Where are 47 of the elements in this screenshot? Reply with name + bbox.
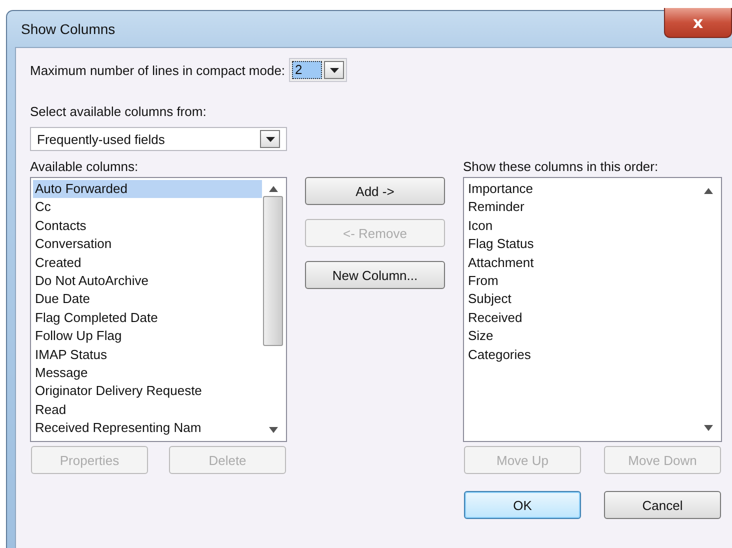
list-item[interactable]: Received bbox=[466, 308, 697, 328]
dialog-button[interactable]: Add -> bbox=[305, 177, 445, 205]
list-item[interactable]: Attachment bbox=[466, 254, 697, 272]
close-button[interactable]: x bbox=[664, 8, 732, 38]
list-item[interactable]: Reminder bbox=[466, 198, 697, 217]
fields-dropdown[interactable]: Frequently-used fields bbox=[30, 127, 287, 151]
list-item[interactable]: Due Date bbox=[33, 290, 262, 309]
list-item[interactable]: IMAP Status bbox=[33, 346, 262, 364]
field-label: Select available columns from: bbox=[30, 104, 208, 119]
list-item[interactable]: Received Representing Nam bbox=[33, 419, 262, 438]
list-item[interactable]: Flag Completed Date bbox=[33, 308, 262, 328]
dropdown-button[interactable] bbox=[324, 61, 344, 79]
list-item[interactable]: Categories bbox=[466, 346, 697, 364]
list-item[interactable]: Originator Delivery Requeste bbox=[33, 382, 262, 401]
list-label: Show these columns in this order: bbox=[463, 159, 660, 174]
scroll-down-arrow-icon[interactable] bbox=[704, 425, 712, 431]
scroll-up-arrow-icon[interactable] bbox=[268, 186, 278, 192]
dialog-button[interactable]: OK bbox=[464, 491, 581, 519]
caret-icon bbox=[266, 136, 274, 142]
list-item[interactable]: Subject bbox=[466, 290, 697, 309]
list-item[interactable]: Follow Up Flag bbox=[33, 327, 262, 346]
list-item[interactable]: Importance bbox=[466, 180, 697, 198]
list-item[interactable]: Created bbox=[33, 254, 262, 272]
scrollbar-thumb[interactable] bbox=[263, 196, 283, 346]
list-item[interactable]: From bbox=[466, 272, 697, 290]
list-label: Available columns: bbox=[30, 159, 140, 174]
dialog-button[interactable]: Cancel bbox=[604, 491, 721, 519]
dropdown-value: Frequently-used fields bbox=[37, 132, 165, 146]
list-item[interactable]: Icon bbox=[466, 216, 697, 236]
caret-icon bbox=[330, 68, 339, 72]
list-item[interactable]: Do Not AutoArchive bbox=[33, 272, 262, 290]
dialog-button[interactable]: New Column... bbox=[305, 261, 445, 289]
dropdown-value: 2 bbox=[292, 61, 322, 79]
list-item[interactable]: Flag Status bbox=[466, 235, 697, 254]
window-title: Show Columns bbox=[21, 21, 116, 37]
lines-dropdown[interactable]: 2 bbox=[289, 58, 348, 82]
dropdown-button[interactable] bbox=[260, 130, 280, 148]
list-item[interactable]: Message bbox=[33, 364, 262, 382]
list-item[interactable]: Auto Forwarded bbox=[33, 180, 262, 198]
list-item[interactable]: Read bbox=[33, 400, 262, 420]
scroll-down-arrow-icon[interactable] bbox=[268, 427, 278, 433]
list-item[interactable]: Size bbox=[466, 327, 697, 346]
list-item[interactable]: Cc bbox=[33, 198, 262, 217]
scroll-up-arrow-icon[interactable] bbox=[704, 188, 712, 194]
field-label: Maximum number of lines in compact mode: bbox=[30, 62, 286, 78]
list-item[interactable]: Contacts bbox=[33, 216, 262, 236]
list-item[interactable]: Conversation bbox=[33, 235, 262, 254]
